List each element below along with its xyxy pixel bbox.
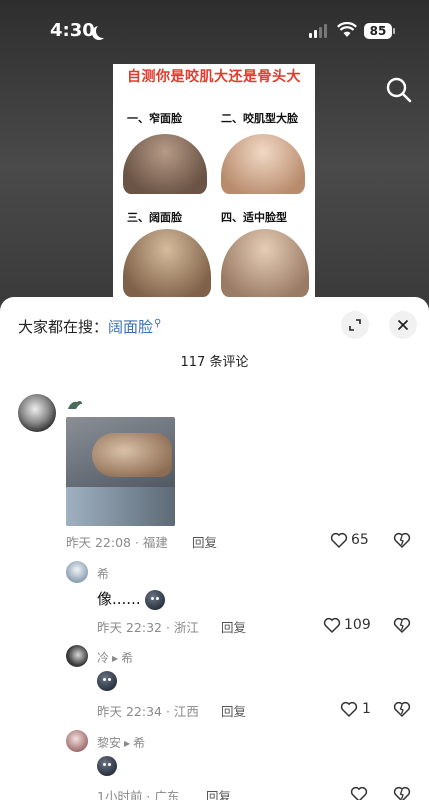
comment-text: 像...... bbox=[97, 588, 166, 610]
search-icon[interactable] bbox=[384, 75, 414, 105]
comment-location: 浙江 bbox=[173, 620, 199, 635]
small-search-icon: ⚲ bbox=[154, 318, 162, 329]
broken-heart-icon[interactable] bbox=[393, 700, 411, 718]
avatar[interactable] bbox=[66, 561, 88, 583]
comment-text bbox=[97, 671, 117, 691]
comment-location: 广东 bbox=[154, 789, 180, 800]
broken-heart-icon[interactable] bbox=[393, 785, 411, 800]
infographic-title: 自测你是咬肌大还是骨头大 bbox=[127, 69, 301, 85]
video-infographic: 自测你是咬肌大还是骨头大 一、窄面脸 二、咬肌型大脸 三、阔面脸 四、适中脸型 bbox=[113, 64, 315, 300]
avatar[interactable] bbox=[66, 645, 88, 667]
comment-username[interactable]: 希 bbox=[97, 565, 109, 582]
comment-time: 昨天 22:34 bbox=[97, 704, 162, 719]
infographic-label-2: 二、咬肌型大脸 bbox=[221, 112, 298, 125]
comment-meta: 昨天 22:08 · 福建 bbox=[66, 535, 168, 550]
face-image-masseter bbox=[221, 134, 305, 194]
reply-button[interactable]: 回复 bbox=[221, 701, 246, 720]
status-bar: 4:30 85 bbox=[0, 0, 429, 60]
heart-icon[interactable] bbox=[323, 616, 341, 634]
comment-username[interactable]: 黎安 bbox=[97, 736, 121, 750]
username-icon[interactable] bbox=[66, 396, 84, 410]
comment-time: 昨天 22:32 bbox=[97, 620, 162, 635]
avatar[interactable] bbox=[18, 394, 56, 432]
reply-button[interactable]: 回复 bbox=[192, 532, 217, 551]
reply-arrow-icon: ▶ bbox=[112, 654, 119, 663]
close-icon bbox=[397, 319, 409, 331]
comment-image[interactable] bbox=[66, 417, 175, 526]
sticker-emoji-icon bbox=[97, 756, 117, 776]
comment-count: 117 条评论 bbox=[180, 355, 249, 370]
avatar[interactable] bbox=[66, 730, 88, 752]
comment-text bbox=[97, 756, 117, 776]
search-suggestion-prefix: 大家都在搜： bbox=[18, 318, 109, 336]
comment-sheet: 大家都在搜：阔面脸⚲ 117 条评论 昨天 22:08 · 福建 回复 65 希… bbox=[0, 297, 429, 800]
reply-arrow-icon: ▶ bbox=[124, 739, 131, 748]
reply-button[interactable]: 回复 bbox=[206, 786, 231, 800]
expand-button[interactable] bbox=[341, 311, 369, 339]
moon-icon bbox=[96, 24, 110, 38]
infographic-label-3: 三、阔面脸 bbox=[127, 211, 182, 224]
comment-image-window bbox=[66, 487, 175, 526]
comment-time: 昨天 22:08 bbox=[66, 535, 131, 550]
comment-meta: 昨天 22:32 · 浙江 bbox=[97, 620, 199, 635]
close-button[interactable] bbox=[389, 311, 417, 339]
like-count: 1 bbox=[362, 701, 371, 717]
expand-icon bbox=[349, 319, 361, 331]
comment-username-line: 黎安 ▶ 希 bbox=[97, 734, 145, 751]
signal-icon bbox=[309, 24, 329, 38]
status-time: 4:30 bbox=[50, 20, 95, 41]
comment-meta: 昨天 22:34 · 江西 bbox=[97, 704, 199, 719]
heart-icon[interactable] bbox=[350, 785, 368, 800]
comment-location: 福建 bbox=[142, 535, 168, 550]
battery-tip bbox=[393, 28, 395, 34]
battery-indicator: 85 bbox=[364, 23, 392, 39]
heart-icon[interactable] bbox=[340, 700, 358, 718]
infographic-label-4: 四、适中脸型 bbox=[221, 211, 287, 224]
like-count: 65 bbox=[351, 532, 369, 548]
reply-button[interactable]: 回复 bbox=[221, 617, 246, 636]
comment-username-line: 冷 ▶ 希 bbox=[97, 649, 133, 666]
search-suggestion[interactable]: 大家都在搜：阔面脸⚲ bbox=[18, 316, 161, 337]
broken-heart-icon[interactable] bbox=[393, 531, 411, 549]
face-image-wide bbox=[123, 229, 211, 297]
broken-heart-icon[interactable] bbox=[393, 616, 411, 634]
search-suggestion-keyword[interactable]: 阔面脸 bbox=[108, 318, 153, 336]
heart-icon[interactable] bbox=[330, 531, 348, 549]
reply-to-username[interactable]: 希 bbox=[133, 736, 145, 750]
like-count: 109 bbox=[344, 617, 371, 633]
face-image-moderate bbox=[221, 229, 309, 297]
comment-time: 1小时前 bbox=[97, 789, 143, 800]
comment-username[interactable]: 冷 bbox=[97, 651, 109, 665]
reply-to-username[interactable]: 希 bbox=[121, 651, 133, 665]
comment-image-face bbox=[92, 433, 172, 477]
comment-meta: 1小时前 · 广东 bbox=[97, 786, 179, 800]
comment-text-content: 像...... bbox=[97, 590, 141, 608]
wifi-icon bbox=[337, 22, 357, 37]
infographic-label-1: 一、窄面脸 bbox=[127, 112, 182, 125]
sticker-emoji-icon bbox=[145, 589, 166, 610]
dinosaur-icon bbox=[68, 400, 82, 409]
sticker-emoji-icon bbox=[97, 671, 117, 691]
comment-location: 江西 bbox=[173, 704, 199, 719]
face-image-narrow bbox=[123, 134, 207, 194]
